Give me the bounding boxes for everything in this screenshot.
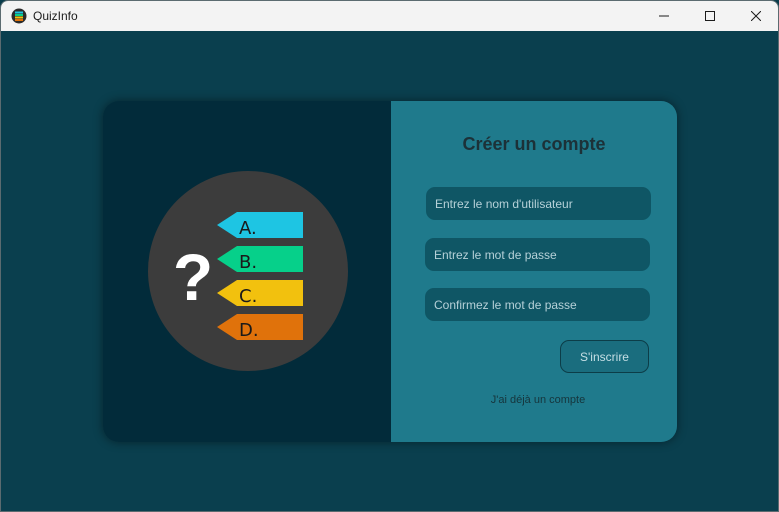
form-panel: Créer un compte S'inscrire J'ai déjà un … (391, 101, 677, 442)
username-field[interactable] (426, 187, 651, 220)
logo-panel: ? A. B. C. D. (103, 101, 391, 442)
quiz-question-logo: ? A. B. C. D. (148, 171, 348, 371)
window-title: QuizInfo (33, 9, 78, 23)
confirm-password-field[interactable] (425, 288, 650, 321)
password-field[interactable] (425, 238, 650, 271)
quizinfo-app-icon (11, 8, 27, 24)
close-icon (751, 11, 761, 21)
minimize-icon (659, 15, 669, 17)
signup-button[interactable]: S'inscrire (560, 340, 649, 373)
option-a-label: A. (239, 218, 257, 239)
title-bar: QuizInfo (1, 1, 778, 31)
window-content: ? A. B. C. D. Créer un compte S'inscrire (1, 31, 778, 511)
option-b-label: B. (239, 252, 257, 273)
signup-card: ? A. B. C. D. Créer un compte S'inscrire (103, 101, 677, 442)
option-c-label: C. (239, 286, 257, 307)
maximize-button[interactable] (687, 1, 733, 31)
minimize-button[interactable] (641, 1, 687, 31)
option-d-label: D. (239, 320, 259, 341)
app-window: QuizInfo ? A. B. C. D. Créer un compte E… (0, 0, 779, 512)
form-title: Créer un compte (462, 134, 606, 154)
close-button[interactable] (733, 1, 778, 31)
maximize-icon (705, 11, 715, 21)
question-mark: ? (173, 240, 213, 314)
login-link[interactable]: J'ai déjà un compte (391, 394, 677, 406)
